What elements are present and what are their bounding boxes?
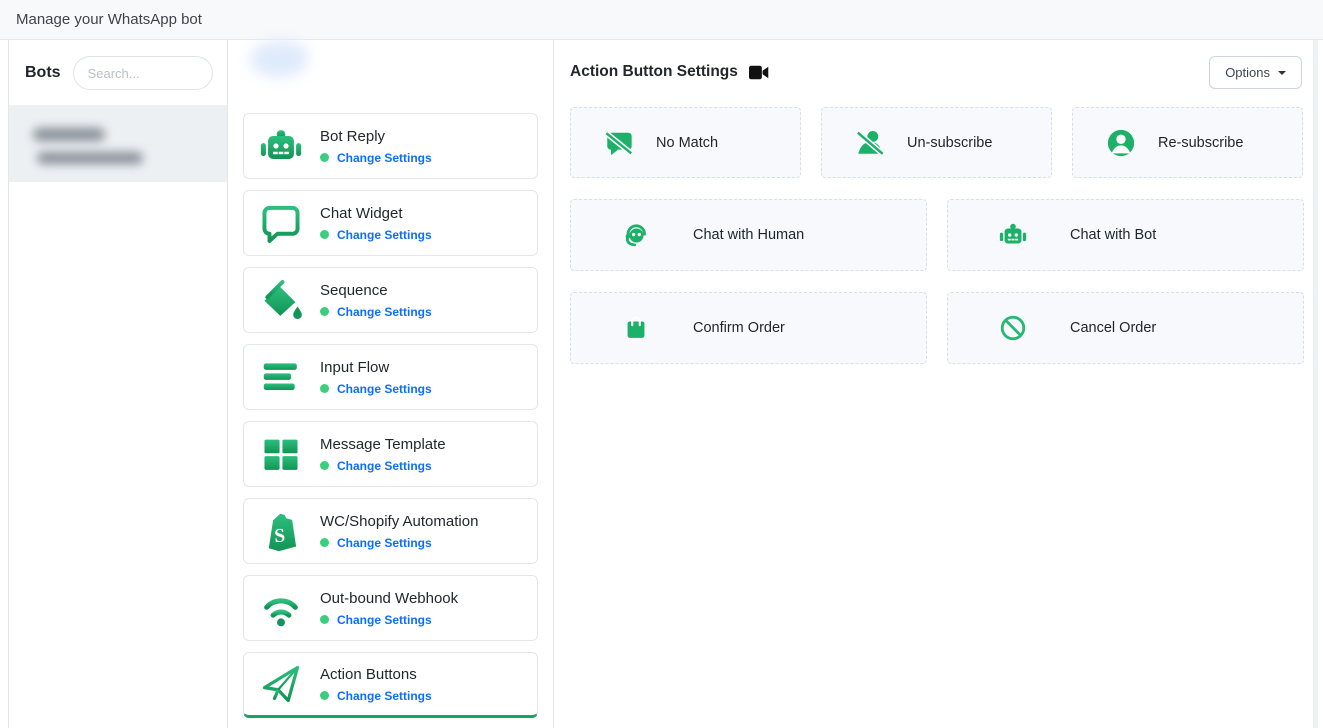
feature-card-input-flow[interactable]: Input Flow Change Settings [243,344,538,410]
bots-sidebar-header: Bots [9,40,227,106]
feature-card-shopify-automation[interactable]: S WC/Shopify Automation Change Settings [243,498,538,564]
chevron-down-icon [1278,71,1286,75]
shopping-bag-icon [621,313,651,343]
resubscribe-icon [1106,128,1136,158]
feature-card-chat-widget[interactable]: Chat Widget Change Settings [243,190,538,256]
action-card-chat-with-bot[interactable]: Chat with Bot [947,199,1304,271]
feature-card-list: Bot Reply Change Settings Chat Widget Ch… [243,113,538,718]
wifi-icon [258,585,304,631]
video-tutorial-icon[interactable] [749,65,769,80]
action-label: Confirm Order [693,320,785,336]
headset-icon [621,220,651,250]
action-card-resubscribe[interactable]: Re-subscribe [1072,107,1303,178]
action-row-3: Confirm Order Cancel Order [570,292,1304,364]
input-flow-icon [258,354,304,400]
action-label: Cancel Order [1070,320,1156,336]
change-settings-link[interactable]: Change Settings [337,382,432,396]
unsubscribe-icon [855,128,885,158]
change-settings-link[interactable]: Change Settings [337,459,432,473]
bots-title: Bots [25,64,61,82]
status-dot [320,461,329,470]
feature-title: Action Buttons [320,666,432,683]
bot-search-input[interactable] [73,56,213,90]
feature-title: Out-bound Webhook [320,590,458,607]
feature-title: Message Template [320,436,446,453]
page-title: Manage your WhatsApp bot [16,11,202,28]
feature-card-bot-reply[interactable]: Bot Reply Change Settings [243,113,538,179]
sequence-icon [258,277,304,323]
feature-card-sequence[interactable]: Sequence Change Settings [243,267,538,333]
message-template-icon [258,431,304,477]
options-button-label: Options [1225,65,1270,80]
panel-title: Action Button Settings [570,63,738,81]
status-dot [320,538,329,547]
features-column: Bot Reply Change Settings Chat Widget Ch… [228,40,554,728]
action-buttons-grid: No Match Un-subscribe [570,107,1304,385]
feature-title: Chat Widget [320,205,432,222]
svg-text:S: S [274,525,286,547]
options-button[interactable]: Options [1209,56,1302,89]
status-dot [320,307,329,316]
redacted-bot-name [33,128,105,141]
ban-icon [998,313,1028,343]
action-label: Chat with Human [693,227,804,243]
action-label: Un-subscribe [907,135,992,151]
action-label: No Match [656,135,718,151]
feature-title: Bot Reply [320,128,432,145]
shopify-icon: S [258,508,304,554]
bot-reply-icon [258,123,304,169]
bot-list-item-selected[interactable] [9,106,227,182]
feature-title: WC/Shopify Automation [320,513,478,530]
change-settings-link[interactable]: Change Settings [337,689,432,703]
feature-card-action-buttons[interactable]: Action Buttons Change Settings [243,652,538,718]
change-settings-link[interactable]: Change Settings [337,305,432,319]
action-row-1: No Match Un-subscribe [570,107,1304,178]
chat-widget-icon [258,200,304,246]
bots-sidebar: Bots [8,40,228,728]
panel-header: Action Button Settings [570,63,769,81]
change-settings-link[interactable]: Change Settings [337,228,432,242]
status-dot [320,153,329,162]
action-card-chat-with-human[interactable]: Chat with Human [570,199,927,271]
topbar: Manage your WhatsApp bot [0,0,1323,40]
feature-title: Sequence [320,282,432,299]
redacted-bot-phone [37,152,143,164]
action-card-unsubscribe[interactable]: Un-subscribe [821,107,1052,178]
status-dot [320,691,329,700]
scrollbar[interactable] [1313,40,1318,728]
status-dot [320,384,329,393]
action-card-no-match[interactable]: No Match [570,107,801,178]
action-label: Re-subscribe [1158,135,1243,151]
change-settings-link[interactable]: Change Settings [337,613,432,627]
robot-icon [998,220,1028,250]
action-card-cancel-order[interactable]: Cancel Order [947,292,1304,364]
feature-card-message-template[interactable]: Message Template Change Settings [243,421,538,487]
action-button-settings-panel: Action Button Settings Options No M [554,40,1323,728]
action-label: Chat with Bot [1070,227,1156,243]
no-match-icon [604,128,634,158]
action-card-confirm-order[interactable]: Confirm Order [570,292,927,364]
status-dot [320,615,329,624]
action-row-2: Chat with Human Chat with Bot [570,199,1304,271]
change-settings-link[interactable]: Change Settings [337,536,432,550]
paper-plane-icon [258,661,304,707]
feature-title: Input Flow [320,359,432,376]
status-dot [320,230,329,239]
feature-card-outbound-webhook[interactable]: Out-bound Webhook Change Settings [243,575,538,641]
blurred-avatar-blob [250,41,308,77]
change-settings-link[interactable]: Change Settings [337,151,432,165]
